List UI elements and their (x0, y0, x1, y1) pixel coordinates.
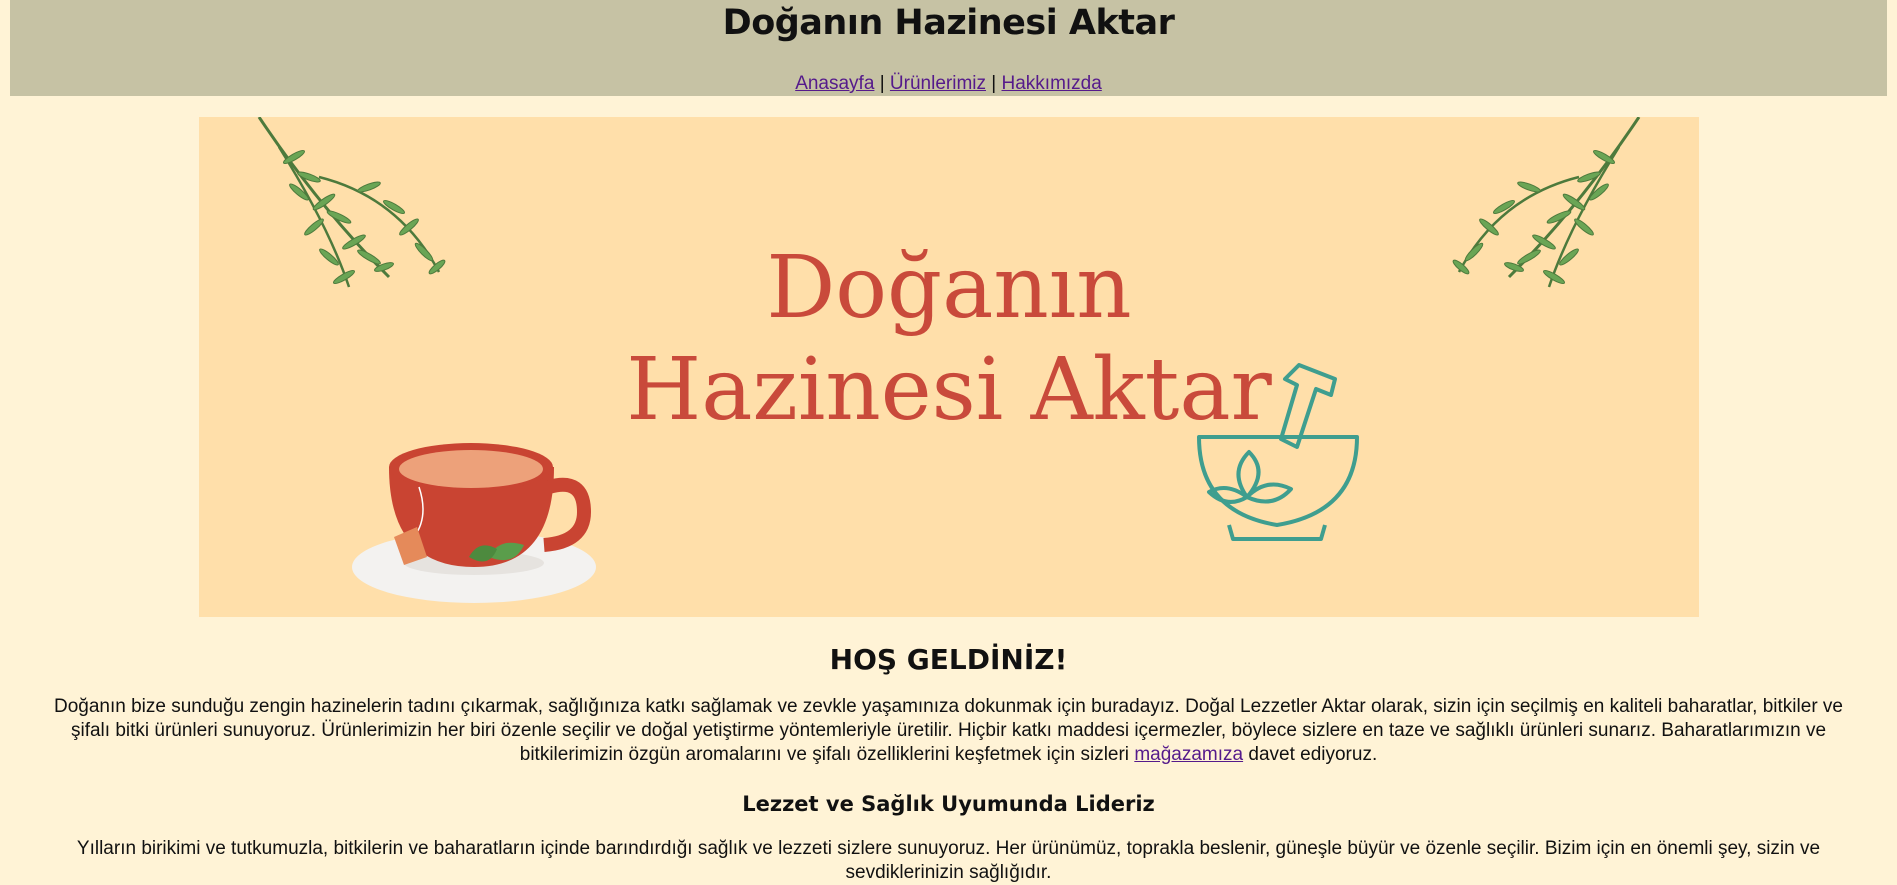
store-link[interactable]: mağazamıza (1134, 744, 1243, 765)
story-paragraph: Yılların birikimi ve tutkumuzla, bitkile… (76, 838, 1821, 883)
nav-link-about[interactable]: Hakkımızda (1002, 73, 1102, 94)
welcome-heading: HOŞ GELDİNİZ! (829, 643, 1068, 676)
nav-separator: | (879, 73, 885, 94)
site-header: Doğanın Hazinesi Aktar Anasayfa | Ürünle… (10, 0, 1887, 96)
intro-text-end: davet ediyoruz. (1243, 744, 1378, 765)
banner-title-line1: Doğanın (766, 238, 1131, 338)
nav-separator: | (991, 73, 997, 94)
banner-title-line2: Hazinesi Aktar (626, 340, 1272, 440)
herb-branch-icon (1452, 117, 1640, 288)
nav-link-home[interactable]: Anasayfa (795, 73, 874, 94)
banner-image: Doğanın Hazinesi Aktar (257, 117, 1640, 603)
tea-cup-icon (351, 443, 596, 603)
main-nav: Anasayfa | Ürünlerimiz | Hakkımızda (10, 72, 1887, 96)
intro-text: Doğanın bize sunduğu zengin hazinelerin … (53, 696, 1843, 765)
hero-banner: Doğanın Hazinesi Aktar (198, 117, 1699, 617)
site-title: Doğanın Hazinesi Aktar (722, 3, 1175, 43)
herb-branch-icon (257, 117, 445, 288)
intro-paragraph: Doğanın bize sunduğu zengin hazinelerin … (40, 695, 1857, 767)
nav-link-products[interactable]: Ürünlerimiz (890, 73, 986, 94)
section-heading: Lezzet ve Sağlık Uyumunda Lideriz (742, 792, 1155, 816)
